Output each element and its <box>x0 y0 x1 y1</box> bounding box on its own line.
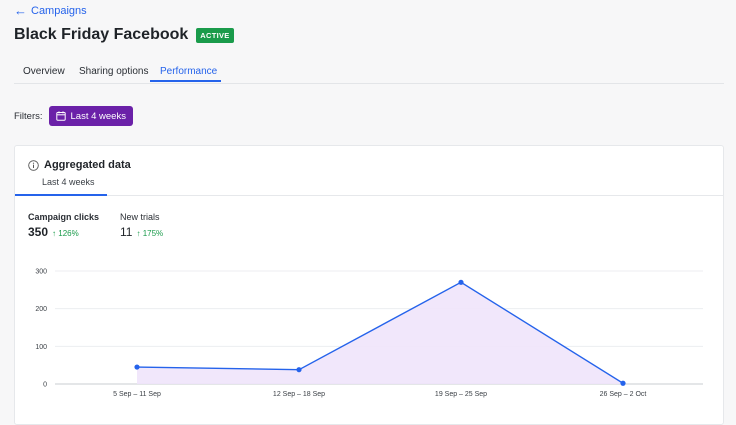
aggregated-data-card: Aggregated data Last 4 weeks Campaign cl… <box>14 145 724 425</box>
title-row: Black Friday Facebook ACTIVE <box>14 26 234 44</box>
card-title-row: Aggregated data <box>28 159 131 171</box>
metric-label: Campaign clicks <box>28 212 100 222</box>
info-icon <box>28 159 39 171</box>
tab-bar: Overview Sharing options Performance <box>14 60 724 84</box>
calendar-icon <box>55 111 66 121</box>
filters-label: Filters: <box>14 110 43 122</box>
metric-value: 11 <box>120 225 133 239</box>
metric-change: ↑ 175% <box>136 229 164 238</box>
card-tab-indicator <box>15 194 107 196</box>
back-to-campaigns-link[interactable]: ← Campaigns <box>14 4 87 17</box>
date-range-label: Last 4 weeks <box>70 110 126 122</box>
metric-campaign-clicks[interactable]: Campaign clicks 350 ↑ 126% <box>28 212 99 239</box>
metric-new-trials[interactable]: New trials 11 ↑ 175% <box>120 212 163 239</box>
arrow-left-icon: ← <box>14 3 27 18</box>
tab-overview[interactable]: Overview <box>23 66 65 77</box>
status-badge: ACTIVE <box>196 27 234 43</box>
card-tab-label[interactable]: Last 4 weeks <box>42 177 95 187</box>
page-title: Black Friday Facebook <box>14 26 189 43</box>
filters-row: Filters: Last 4 weeks <box>14 106 133 126</box>
back-link-label: Campaigns <box>31 4 87 17</box>
card-title: Aggregated data <box>44 159 131 171</box>
tab-performance[interactable]: Performance <box>160 66 217 77</box>
date-range-filter-button[interactable]: Last 4 weeks <box>48 106 133 126</box>
tab-sharing-options[interactable]: Sharing options <box>79 66 149 77</box>
card-header: Aggregated data Last 4 weeks <box>15 146 723 196</box>
metric-value: 350 <box>28 225 49 239</box>
active-tab-indicator <box>150 80 221 82</box>
metric-change: ↑ 126% <box>52 229 79 238</box>
metric-label: New trials <box>120 212 160 222</box>
